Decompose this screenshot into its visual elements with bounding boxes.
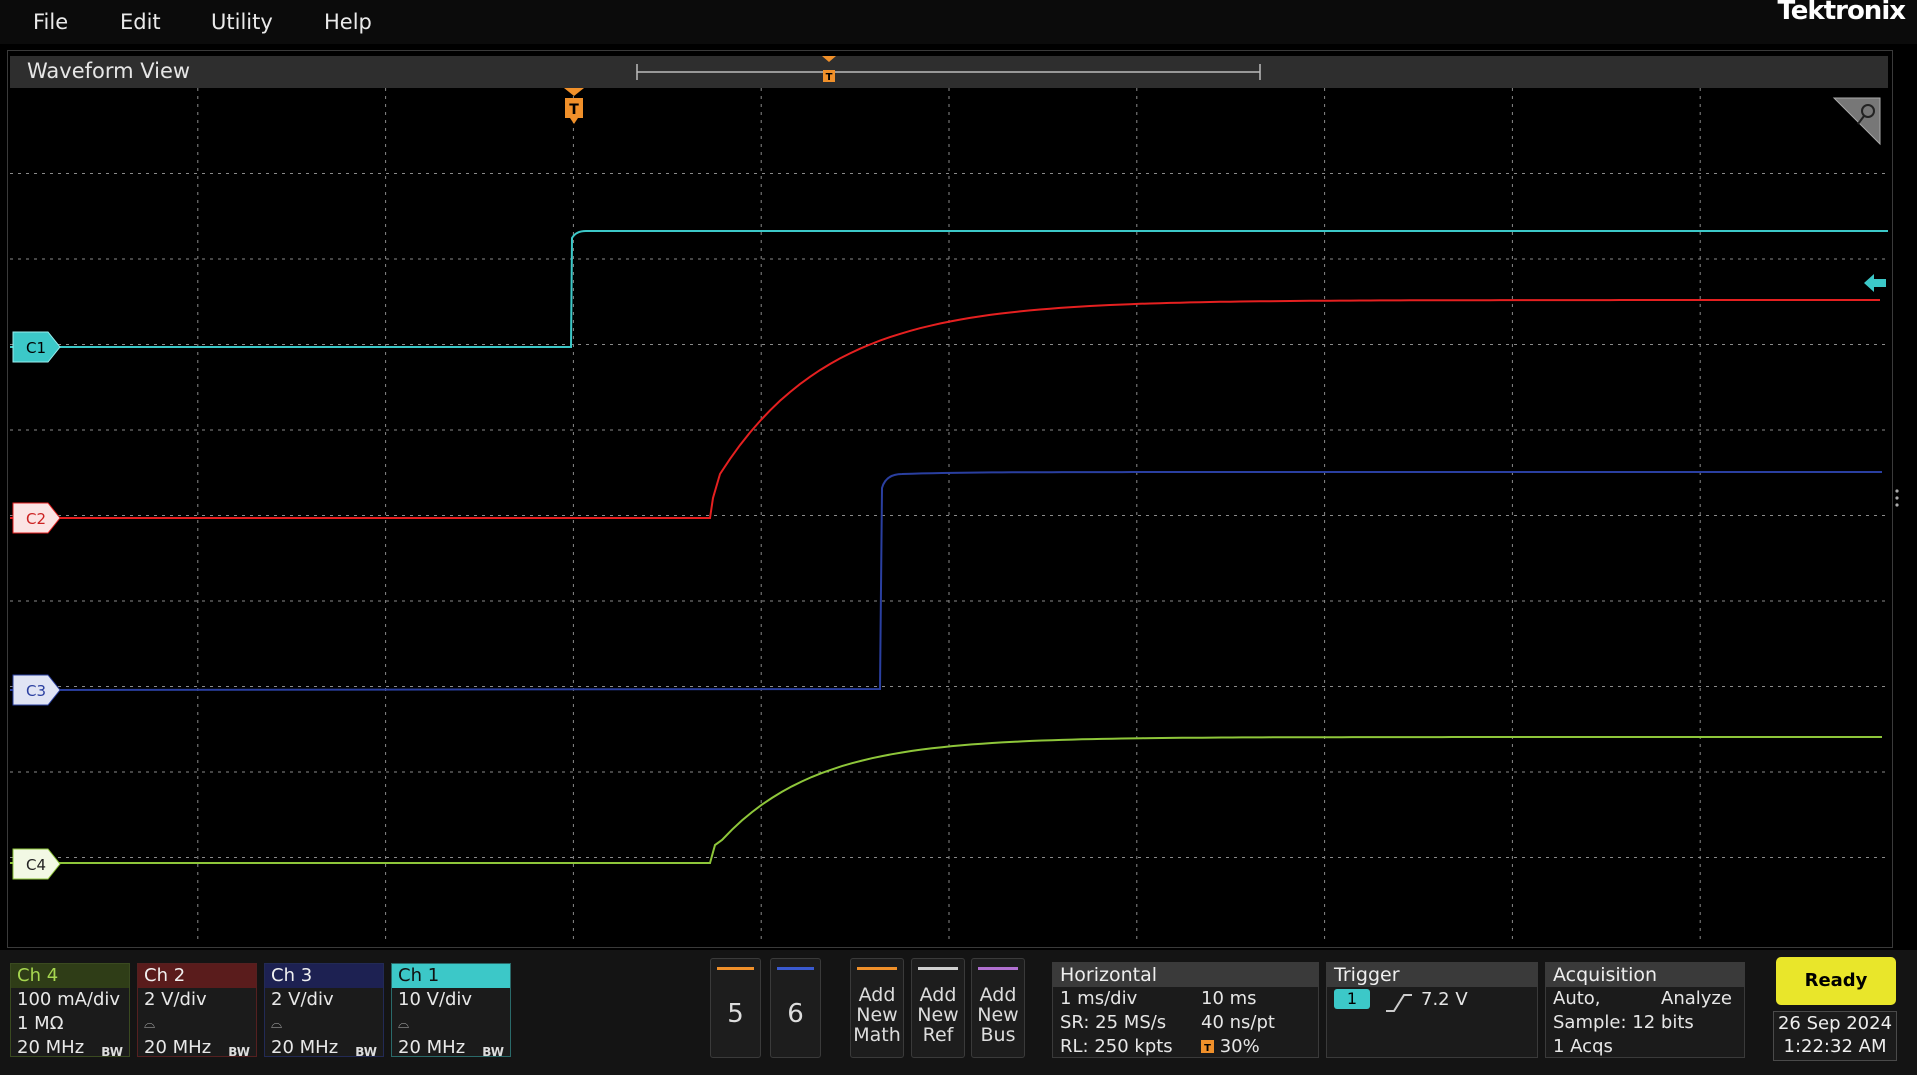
trigger-marker[interactable]: T <box>562 88 586 124</box>
waveform-graticule <box>10 88 1888 943</box>
channel-1-badge[interactable]: Ch 1 10 V/div ⌓ 20 MHz BW <box>391 963 511 1059</box>
date-time-display: 26 Sep 2024 1:22:32 AM <box>1773 1011 1897 1061</box>
menu-bar: File Edit Utility Help Tektronix <box>0 0 1917 44</box>
menu-help[interactable]: Help <box>324 10 372 34</box>
menu-file[interactable]: File <box>33 10 68 34</box>
rising-edge-icon <box>1385 994 1412 1012</box>
zoom-corner-button[interactable] <box>1832 96 1882 146</box>
trigger-panel[interactable]: Trigger 1 7.2 V <box>1326 962 1538 1058</box>
channel-4-marker[interactable]: C4 <box>12 848 62 884</box>
brand-logo: Tektronix <box>1777 0 1906 26</box>
ref-6-button[interactable]: 6 <box>770 958 821 1058</box>
svg-text:T: T <box>826 72 833 83</box>
acquisition-panel[interactable]: Acquisition Auto, Analyze Sample: 12 bits… <box>1545 962 1745 1058</box>
ready-status-button[interactable]: Ready <box>1776 957 1896 1005</box>
ch2-trace <box>10 299 1880 519</box>
bandwidth-limit-icon: BW <box>101 1045 123 1059</box>
add-new-math-button[interactable]: Add New Math <box>850 958 904 1058</box>
side-handle[interactable] <box>1894 488 1900 508</box>
channel-3-badge[interactable]: Ch 3 2 V/div ⌓ 20 MHz BW <box>264 963 384 1059</box>
channel-3-marker[interactable]: C3 <box>12 674 62 710</box>
probe-icon: ⌓ <box>144 1016 156 1032</box>
waveform-plot[interactable]: T <box>10 88 1899 943</box>
ch4-trace <box>10 736 1882 864</box>
svg-text:T: T <box>569 102 579 118</box>
channel-2-badge[interactable]: Ch 2 2 V/div ⌓ 20 MHz BW <box>137 963 257 1059</box>
channel-4-badge[interactable]: Ch 4 100 mA/div 1 MΩ 20 MHz BW <box>10 963 130 1059</box>
channel-1-marker[interactable]: C1 <box>12 331 62 367</box>
menu-utility[interactable]: Utility <box>211 10 273 34</box>
waveform-view-header: Waveform View T <box>10 56 1888 88</box>
trigger-position-icon: T <box>1201 1040 1214 1054</box>
svg-text:C1: C1 <box>26 339 46 357</box>
probe-icon: ⌓ <box>398 1016 410 1032</box>
trigger-level-arrow[interactable] <box>1862 273 1888 293</box>
trigger-source-chip: 1 <box>1334 989 1370 1009</box>
svg-text:C3: C3 <box>26 682 46 700</box>
bandwidth-limit-icon: BW <box>482 1045 504 1059</box>
svg-text:T: T <box>1204 1043 1211 1053</box>
add-new-bus-button[interactable]: Add New Bus <box>971 958 1025 1058</box>
bandwidth-limit-icon: BW <box>228 1045 250 1059</box>
ref-5-button[interactable]: 5 <box>710 958 761 1058</box>
probe-icon: ⌓ <box>271 1016 283 1032</box>
bandwidth-limit-icon: BW <box>355 1045 377 1059</box>
horizontal-panel[interactable]: Horizontal 1 ms/div 10 ms SR: 25 MS/s 40 n… <box>1052 962 1319 1058</box>
record-overview-bar[interactable]: T <box>10 56 1888 88</box>
svg-text:C2: C2 <box>26 510 46 528</box>
channel-2-marker[interactable]: C2 <box>12 502 62 538</box>
menu-edit[interactable]: Edit <box>120 10 161 34</box>
add-new-ref-button[interactable]: Add New Ref <box>911 958 965 1058</box>
ch3-trace <box>10 471 1882 691</box>
svg-text:C4: C4 <box>26 856 46 874</box>
